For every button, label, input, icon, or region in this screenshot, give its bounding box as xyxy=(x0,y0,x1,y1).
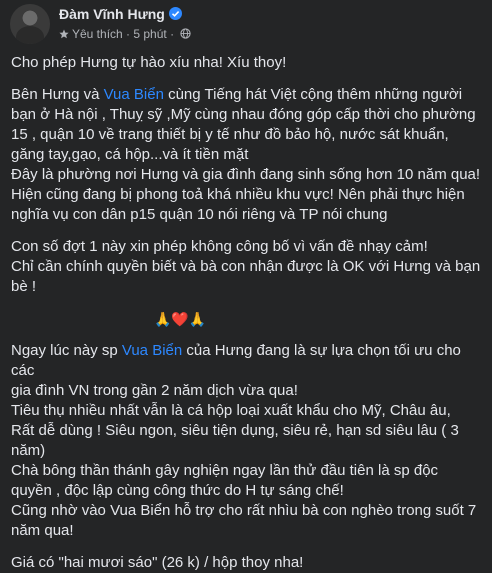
text-line: Hiện cũng đang bị phong toả khá nhiều kh… xyxy=(11,186,465,203)
post-body: Cho phép Hưng tự hào xíu nha! Xíu thoy! … xyxy=(11,53,481,573)
avatar-silhouette xyxy=(16,26,44,44)
text-line: gia đình VN trong gần 2 năm dịch vừa qua… xyxy=(11,382,298,399)
text-line: Tiêu thụ nhiều nhất vẫn là cá hộp loại x… xyxy=(11,402,451,419)
text-line: Cũng nhờ vào Vua Biển hỗ trợ cho rất nhì… xyxy=(11,502,477,519)
facebook-post: Đàm Vĩnh Hưng Yêu thích · 5 phút · Cho p… xyxy=(0,0,492,571)
text-line: bè ! xyxy=(11,278,37,295)
post-meta: Yêu thích · 5 phút · xyxy=(59,26,192,41)
text-line: Chà bông thần thánh gây nghiện ngay lần … xyxy=(11,462,439,479)
post-time[interactable]: 5 phút xyxy=(133,27,166,41)
vua-bien-link[interactable]: Vua Biển xyxy=(104,86,164,103)
text-span: Bên Hưng và xyxy=(11,86,104,103)
author-name[interactable]: Đàm Vĩnh Hưng xyxy=(59,6,165,22)
text-line: Cho phép Hưng tự hào xíu nha! Xíu thoy! xyxy=(11,54,287,71)
text-line: găng tay,gạo, cá hộp...và ít tiền mặt xyxy=(11,146,249,163)
text-line: Rất dễ dùng ! Siêu ngon, siêu tiện dụng,… xyxy=(11,422,459,439)
text-span: Ngay lúc này sp xyxy=(11,342,122,359)
text-line: năm qua! xyxy=(11,522,74,539)
text-line: Ngay lúc này sp Vua Biển của Hưng đang l… xyxy=(11,341,481,381)
favorites-label[interactable]: Yêu thích xyxy=(72,27,123,41)
emoji-line: 🙏❤️🙏 xyxy=(154,311,207,327)
text-line: Giá có "hai mươi sáo" (26 k) / hộp thoy … xyxy=(11,554,304,571)
globe-icon[interactable] xyxy=(180,28,192,39)
meta-separator-2: · xyxy=(166,26,178,41)
text-line: Chỉ cần chính quyền biết và bà con nhận … xyxy=(11,258,481,275)
verified-badge-icon xyxy=(168,7,182,20)
author-name-row: Đàm Vĩnh Hưng xyxy=(59,6,182,22)
text-line: nghĩa vụ con dân p15 quận 10 nói riêng v… xyxy=(11,206,388,223)
post-header: Đàm Vĩnh Hưng Yêu thích · 5 phút · xyxy=(10,4,480,44)
text-line: năm) xyxy=(11,442,46,459)
text-line: Bên Hưng và Vua Biển cùng Tiếng hát Việt… xyxy=(11,85,481,105)
text-line: 15 , quận 10 về trang thiết bị y tế như … xyxy=(11,126,449,143)
text-span: cùng Tiếng hát Việt cộng thêm những ngườ… xyxy=(163,86,463,103)
text-line: Đây là phường nơi Hưng và gia đình đang … xyxy=(11,166,481,183)
text-line: Con số đợt 1 này xin phép không công bố … xyxy=(11,238,428,255)
author-avatar[interactable] xyxy=(10,4,50,44)
vua-bien-link-2[interactable]: Vua Biển xyxy=(122,342,182,359)
meta-separator: · xyxy=(122,26,134,41)
star-icon xyxy=(59,29,69,39)
text-line: quyền , độc lập cùng công thức do H tự s… xyxy=(11,482,344,499)
text-line: bạn ở Hà nội , Thuỵ sỹ ,Mỹ cùng nhau đón… xyxy=(11,106,476,123)
